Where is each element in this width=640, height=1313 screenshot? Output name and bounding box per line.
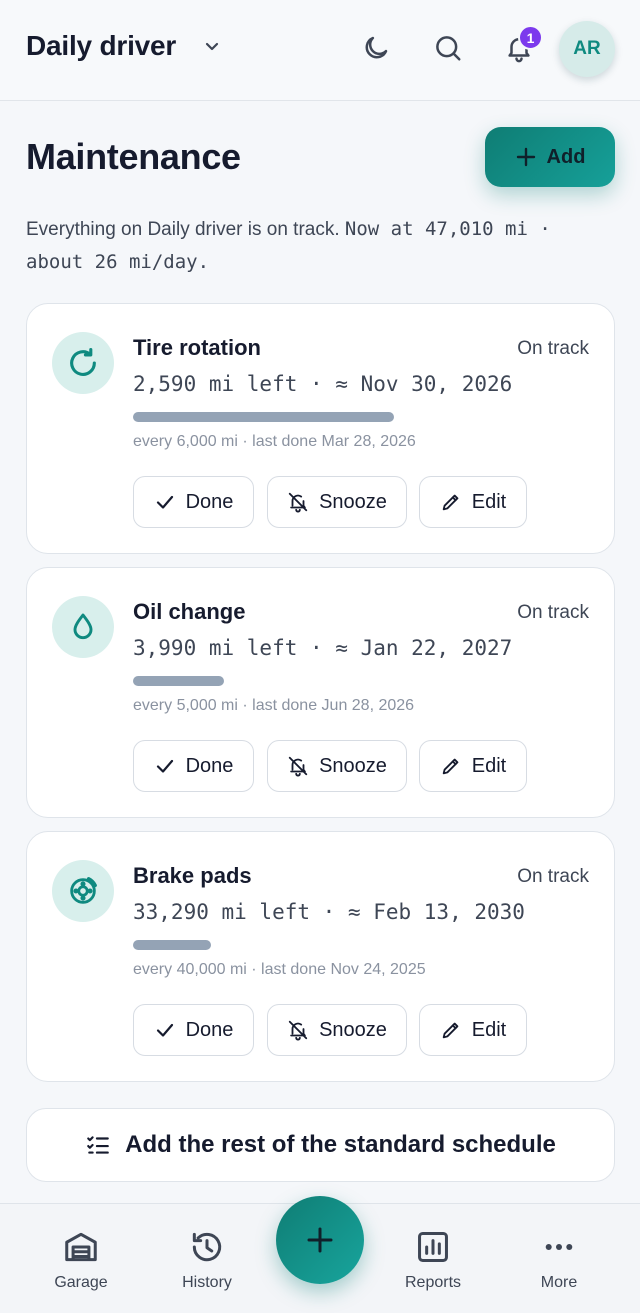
moon-icon <box>365 36 388 59</box>
search-icon <box>436 36 461 61</box>
theme-toggle-button[interactable] <box>360 32 392 64</box>
edit-button[interactable]: Edit <box>419 1004 527 1056</box>
item-name: Brake pads <box>133 863 252 888</box>
item-icon-badge <box>52 332 114 394</box>
summary: Everything on Daily driver is on track. … <box>26 213 616 279</box>
bell-off-icon <box>288 756 308 777</box>
nav-history[interactable]: History <box>152 1228 262 1292</box>
edit-label: Edit <box>471 490 507 513</box>
done-button[interactable]: Done <box>133 1004 254 1056</box>
progress-fill <box>133 676 225 686</box>
item-icon-badge <box>52 860 114 922</box>
bell-off-icon <box>288 492 308 513</box>
summary-text: Everything on Daily driver is on track. <box>26 219 340 240</box>
maintenance-card: Brake pads On track 33,290 mi left · ≈ F… <box>26 831 615 1082</box>
bell-off-icon <box>288 1020 308 1041</box>
done-label: Done <box>185 1018 234 1041</box>
nav-reports-label: Reports <box>404 1274 462 1291</box>
snooze-label: Snooze <box>319 490 387 513</box>
maintenance-card: Oil change On track 3,990 mi left · ≈ Ja… <box>26 567 615 818</box>
vehicle-name: Daily driver <box>26 30 177 61</box>
edit-label: Edit <box>471 1018 507 1041</box>
status-label: On track <box>517 602 589 623</box>
check-icon <box>156 495 173 509</box>
vehicle-selector[interactable]: Daily driver <box>26 30 222 62</box>
history-icon <box>192 1232 222 1262</box>
check-icon <box>156 759 173 773</box>
plus-icon <box>516 147 535 167</box>
item-icon-badge <box>52 596 114 658</box>
search-button[interactable] <box>432 32 464 64</box>
done-button[interactable]: Done <box>133 740 254 792</box>
top-bar: Daily driver 1 AR <box>0 0 640 101</box>
plus-icon <box>307 1227 333 1253</box>
snooze-label: Snooze <box>319 1018 387 1041</box>
remaining-text: 3,990 mi left · ≈ Jan 22, 2027 <box>133 636 513 660</box>
nav-reports[interactable]: Reports <box>378 1228 488 1292</box>
done-button[interactable]: Done <box>133 476 254 528</box>
pencil-icon <box>442 758 459 775</box>
pencil-icon <box>442 1022 459 1039</box>
done-label: Done <box>185 490 234 513</box>
add-standard-schedule-button[interactable]: Add the rest of the standard schedule <box>26 1108 615 1182</box>
quick-add-button[interactable] <box>276 1196 364 1284</box>
maintenance-card: Tire rotation On track 2,590 mi left · ≈… <box>26 303 615 554</box>
interval-text: every 5,000 mi · last done Jun 28, 2026 <box>133 697 415 714</box>
rotate-icon <box>70 347 96 376</box>
remaining-text: 2,590 mi left · ≈ Nov 30, 2026 <box>133 372 513 396</box>
nav-garage[interactable]: Garage <box>26 1228 136 1292</box>
edit-button[interactable]: Edit <box>419 476 527 528</box>
avatar[interactable]: AR <box>559 21 615 77</box>
snooze-button[interactable]: Snooze <box>267 476 407 528</box>
snooze-button[interactable]: Snooze <box>267 740 407 792</box>
chevron-down-icon <box>206 42 219 51</box>
garage-icon <box>65 1232 97 1262</box>
nav-history-label: History <box>182 1274 232 1291</box>
more-icon <box>545 1243 573 1251</box>
add-button[interactable]: Add <box>485 127 615 187</box>
pencil-icon <box>442 494 459 511</box>
done-label: Done <box>185 754 234 777</box>
progress-fill <box>133 412 394 422</box>
brake-disc-icon <box>70 877 97 904</box>
snooze-label: Snooze <box>319 754 387 777</box>
add-button-label: Add <box>546 145 586 168</box>
item-name: Oil change <box>133 599 246 624</box>
interval-text: every 6,000 mi · last done Mar 28, 2026 <box>133 433 416 450</box>
schedule-button-label: Add the rest of the standard schedule <box>125 1131 556 1158</box>
notification-badge: 1 <box>518 25 543 50</box>
progress-bar <box>133 412 394 422</box>
droplet-icon <box>73 613 93 640</box>
edit-button[interactable]: Edit <box>419 740 527 792</box>
item-name: Tire rotation <box>133 335 261 360</box>
status-label: On track <box>517 866 589 887</box>
progress-bar <box>133 676 394 686</box>
interval-text: every 40,000 mi · last done Nov 24, 2025 <box>133 961 426 978</box>
progress-fill <box>133 940 212 950</box>
nav-garage-label: Garage <box>54 1274 108 1291</box>
check-icon <box>156 1023 173 1037</box>
snooze-button[interactable]: Snooze <box>267 1004 407 1056</box>
checklist-icon <box>87 1136 109 1154</box>
page-title: Maintenance <box>26 136 241 177</box>
nav-more[interactable]: More <box>504 1228 614 1292</box>
reports-icon <box>418 1232 448 1262</box>
edit-label: Edit <box>471 754 507 777</box>
remaining-text: 33,290 mi left · ≈ Feb 13, 2030 <box>133 900 525 924</box>
nav-more-label: More <box>540 1274 578 1291</box>
status-label: On track <box>517 338 589 359</box>
progress-bar <box>133 940 394 950</box>
